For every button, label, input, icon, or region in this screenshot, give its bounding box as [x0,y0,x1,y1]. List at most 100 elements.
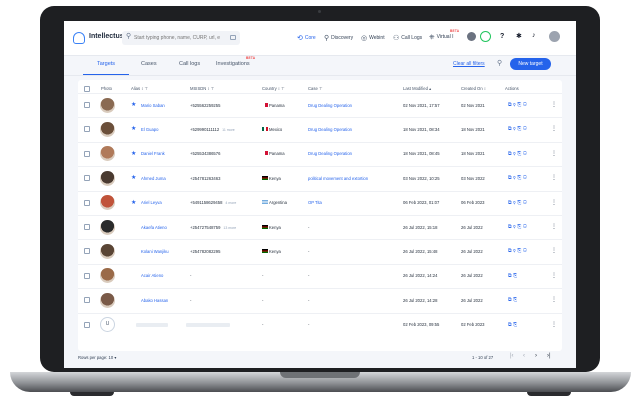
nav-webint[interactable]: ◎ Webint [361,34,385,42]
created-on: 26 Jul 2022 [461,224,483,230]
table-row[interactable]: Acair Atieno - - - 26 Jul 2022, 14:24 26 Jul … [78,263,562,289]
next-page-icon[interactable]: › [535,353,537,359]
more-icon[interactable]: ⋮ [551,272,557,279]
row-checkbox[interactable] [84,175,90,182]
alias-link[interactable]: Mario Saban [141,103,165,108]
first-page-icon[interactable]: |‹ [510,353,514,359]
row-actions-icons[interactable]: ⧉⚲⎘⚇ [508,102,528,108]
more-icon[interactable]: ⋮ [551,296,557,303]
table-row[interactable]: ★ Ahmed Juma +254781263463 Kenya political m… [78,166,562,191]
search-input[interactable] [134,31,230,45]
case-link[interactable]: Drug Dealing Operation [308,103,352,108]
msisdn: +525562259255 [190,102,221,108]
more-icon[interactable]: ⋮ [551,174,557,181]
bell-icon[interactable]: ♪ [532,32,536,39]
row-actions-icons[interactable]: ⧉⚲⎘⚇ [508,175,528,181]
row-actions-icons[interactable]: ⧉⎘ [508,322,519,328]
more-icon[interactable]: ⋮ [551,223,557,230]
rows-per-page[interactable]: Rows per page: 10 ▾ [78,355,116,360]
table-row[interactable]: Abako Hassan - - - 26 Jul 2022, 14:28 26 Jul … [78,288,562,313]
status-icon[interactable] [467,32,476,41]
alias-link[interactable]: Abako Hassan [141,298,168,303]
nav-virtual-id[interactable]: ⎈ Virtual I [429,34,453,42]
table-row[interactable]: ★ El Guapo +529990111112 11 more Mexico Drug … [78,117,562,142]
alias-link[interactable]: Kolani Wanjiku [141,249,169,254]
nav-discovery[interactable]: ⚲ Discovery [324,34,353,42]
row-checkbox[interactable] [84,272,90,279]
row-checkbox[interactable] [84,224,90,230]
avatar[interactable] [549,31,560,42]
case-link[interactable]: OP Tita [308,200,322,205]
more-icon[interactable]: ⋮ [551,247,557,254]
star-icon[interactable]: ★ [131,125,136,132]
more-icon[interactable]: ⋮ [551,199,557,206]
nav-call-logs[interactable]: ⚇ Call Logs [393,34,422,42]
row-checkbox[interactable] [84,199,90,206]
row-checkbox[interactable] [84,102,90,108]
new-target-button[interactable]: New target [510,58,551,70]
tab-cases[interactable]: Cases [141,61,157,67]
star-icon[interactable]: ★ [131,150,136,157]
more-icon[interactable]: ⋮ [551,150,557,157]
table-row[interactable]: Kolani Wanjiku +254782082295 Kenya - 26 Jul … [78,239,562,264]
row-actions-icons[interactable]: ⧉⎘ [508,297,519,303]
col-msisdn[interactable]: MSISDN ↕ ⊤ [190,86,214,91]
select-all-checkbox[interactable] [84,86,90,92]
alias-link[interactable]: Ariel Leyva [141,200,162,205]
row-checkbox[interactable] [84,321,90,328]
star-icon[interactable]: ★ [131,101,136,108]
more-icon[interactable]: ⋮ [551,101,557,108]
row-checkbox[interactable] [84,150,90,157]
star-icon[interactable]: ★ [131,174,136,181]
col-case[interactable]: Case ⊤ [308,86,323,91]
row-checkbox[interactable] [84,297,90,304]
row-actions-icons[interactable]: ⧉⎘ [508,273,519,279]
investigations-beta-badge: BETA [246,56,256,60]
nav-core[interactable]: ⟲ Core [297,34,316,42]
table-row[interactable]: ★ Mario Saban +525562259255 Panama Drug Deal… [78,93,562,118]
country: Mexico [262,126,282,132]
help-icon[interactable]: ? [500,33,504,40]
tab-investigations[interactable]: Investigations [216,61,250,67]
clear-all-filters-link[interactable]: Clear all filters [453,61,485,67]
row-actions-icons[interactable]: ⧉⚲⎘⚇ [508,224,528,230]
row-actions-icons[interactable]: ⧉⚲⎘⚇ [508,200,528,206]
case-link[interactable]: Drug Dealing Operation [308,151,352,156]
more-icon[interactable]: ⋮ [551,321,557,328]
case-link[interactable]: Drug Dealing Operation [308,127,352,132]
alias-link[interactable]: Ahmed Juma [141,176,166,181]
col-country[interactable]: Country ↕ ⊤ [262,86,285,91]
tab-targets[interactable]: Targets [97,61,115,67]
table-row[interactable]: U - - 02 Feb 2023, 09:55 02 Feb 2023 ⧉⎘ ⋮ [78,312,562,338]
alias-link[interactable]: Daniel Frank [141,151,165,156]
row-actions-icons[interactable]: ⧉⚲⎘⚇ [508,126,528,132]
tab-call-logs[interactable]: Call logs [179,61,200,67]
last-page-icon[interactable]: ›| [547,353,551,359]
msisdn: +254727548759 13 more [190,224,237,230]
table-row[interactable]: ★ Ariel Leyva +5491158629458 4 more Argentin… [78,190,562,216]
flag-icon [262,151,268,156]
row-actions-icons[interactable]: ⧉⚲⎘⚇ [508,151,528,157]
case-link[interactable]: political movement and extortion [308,176,368,181]
prev-page-icon[interactable]: ‹ [523,353,525,359]
row-checkbox[interactable] [84,248,90,255]
alias-link[interactable]: Acair Atieno [141,273,163,278]
case-link: - [308,322,310,328]
settings-icon[interactable]: ✱ [516,32,522,40]
table-search-icon[interactable]: ⚲ [497,59,502,67]
alias-link[interactable]: Akaefa Atieno [141,225,167,230]
more-icon[interactable]: ⋮ [551,125,557,132]
table-row[interactable]: ★ Daniel Frank +525534386576 Panama Drug Dea… [78,141,562,167]
webint-icon: ◎ [361,35,368,42]
row-checkbox[interactable] [84,126,90,133]
global-search[interactable]: ⚲ [122,31,240,45]
row-actions-icons[interactable]: ⧉⚲⎘⚇ [508,248,528,254]
star-icon[interactable]: ★ [131,199,136,206]
col-created-on[interactable]: Created On ↕ [461,86,486,91]
progress-ring-icon[interactable] [480,31,491,42]
table-row[interactable]: Akaefa Atieno +254727548759 13 more Kenya - 2… [78,215,562,240]
col-last-modified[interactable]: Last Modified ▴ [403,86,431,91]
col-alias[interactable]: Alias ↕ ⊤ [131,86,148,91]
alias-link[interactable]: El Guapo [141,127,158,132]
created-on: 02 Nov 2021 [461,102,485,108]
